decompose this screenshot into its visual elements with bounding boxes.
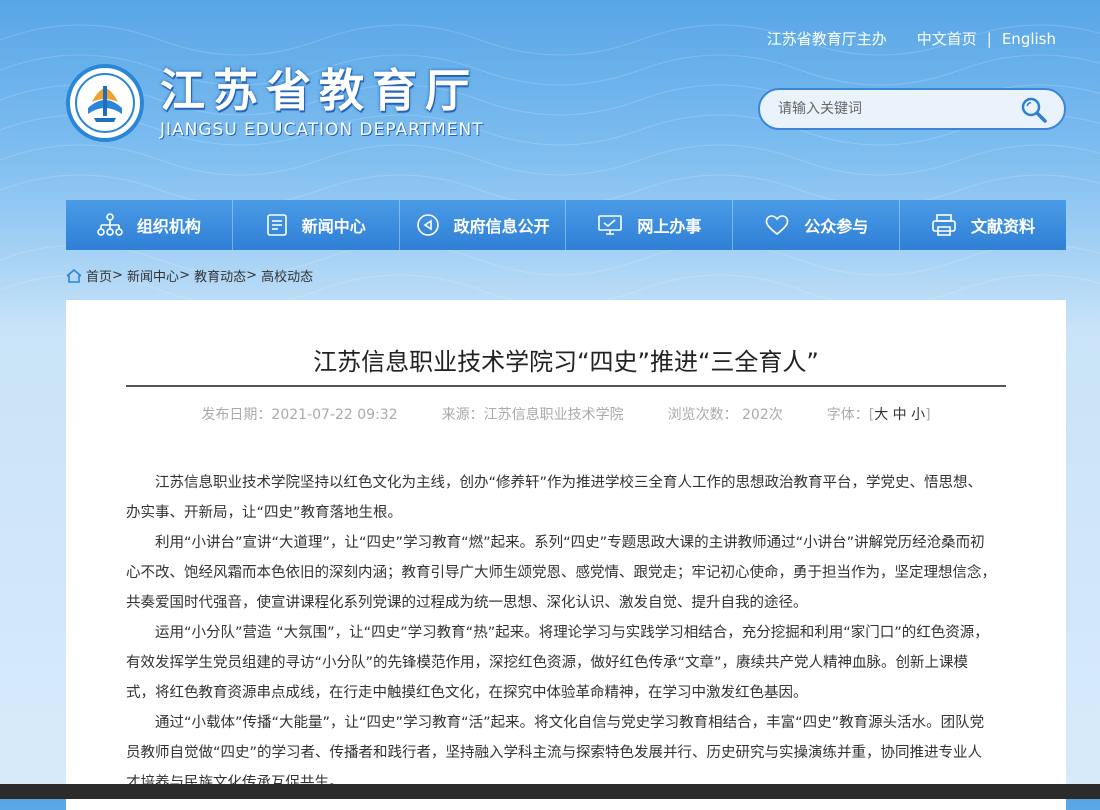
printer-icon [932,214,956,236]
nav-label: 公众参与 [804,217,869,236]
breadcrumb-sep: > [112,268,128,283]
document-icon [266,214,287,236]
heart-icon [765,215,789,236]
logo-title-en: JIANGSU EDUCATION DEPARTMENT [160,120,484,140]
home-icon [66,268,82,283]
nav-label: 组织机构 [136,217,201,236]
font-medium-button[interactable]: 中 [893,407,907,423]
monitor-icon [598,215,623,235]
article-panel: 江苏信息职业技术学院习“四史”推进“三全育人” 发布日期：2021-07-22 … [66,300,1066,810]
nav-item-news[interactable]: 新闻中心 [233,200,400,250]
paragraph: 运用“小分队”营造 “大氛围”，让“四史”学习教育“热”起来。将理论学习与实践学… [126,625,989,701]
paragraph: 江苏信息职业技术学院坚持以红色文化为主线，创办“修养轩”作为推进学校三全育人工作… [126,475,983,521]
title-divider [126,385,1006,387]
site-logo[interactable]: 江苏省教育厅 JIANGSU EDUCATION DEPARTMENT [66,64,484,142]
link-separator: | [986,29,992,48]
breadcrumb-sep: > [246,268,262,283]
paragraph: 利用“小讲台”宣讲“大道理”，让“四史”学习教育“燃”起来。系列“四史”专题思政… [126,535,996,611]
search-input[interactable] [760,100,1020,118]
font-size-control: 字体：[大 中 小] [827,404,931,424]
breadcrumb-edu-news[interactable]: 教育动态 [194,266,246,285]
speaker-icon [416,214,439,236]
breadcrumb-home[interactable]: 首页 [86,266,112,285]
search-box [758,88,1066,130]
nav-label: 政府信息公开 [453,217,550,236]
org-chart-icon [97,213,123,236]
main-nav: 组织机构 新闻中心 政府信息公开 网上办事 公众参与 文献资料 [66,200,1066,250]
english-link[interactable]: English [1002,30,1056,48]
logo-title-cn: 江苏省教育厅 [160,64,479,117]
nav-label: 文献资料 [971,217,1036,236]
nav-label: 网上办事 [637,217,702,236]
article-source: 来源：江苏信息职业技术学院 [441,407,624,423]
publish-date: 发布日期：2021-07-22 09:32 [201,407,398,423]
nav-item-documents[interactable]: 文献资料 [900,200,1066,250]
sponsor-text: 江苏省教育厅主办 [766,30,887,48]
view-count: 浏览次数： 202次 [667,407,783,423]
breadcrumb-college-news[interactable]: 高校动态 [261,266,313,285]
font-size-label: 字体： [826,407,869,423]
article-body: 江苏信息职业技术学院坚持以红色文化为主线，创办“修养轩”作为推进学校三全育人工作… [126,468,996,798]
nav-item-online-services[interactable]: 网上办事 [566,200,734,250]
font-large-button[interactable]: 大 [874,407,888,423]
font-bracket-close: ] [925,407,931,423]
os-taskbar [0,784,1100,799]
nav-item-org[interactable]: 组织机构 [66,200,233,250]
article-title: 江苏信息职业技术学院习“四史”推进“三全育人” [313,348,819,376]
breadcrumb-sep: > [179,268,195,283]
article-meta: 发布日期：2021-07-22 09:32 来源：江苏信息职业技术学院 浏览次数… [66,404,1066,424]
nav-item-public[interactable]: 公众参与 [733,200,901,250]
breadcrumb-news[interactable]: 新闻中心 [127,266,179,285]
emblem-icon [66,64,144,142]
breadcrumb: 首页 > 新闻中心 > 教育动态 > 高校动态 [66,266,313,285]
top-links: 江苏省教育厅主办 中文首页 | English [767,28,1056,49]
nav-label: 新闻中心 [301,217,366,236]
home-cn-link[interactable]: 中文首页 [917,28,977,49]
font-small-button[interactable]: 小 [911,407,925,423]
nav-item-gov-info[interactable]: 政府信息公开 [400,200,567,250]
search-icon[interactable] [1020,96,1048,124]
